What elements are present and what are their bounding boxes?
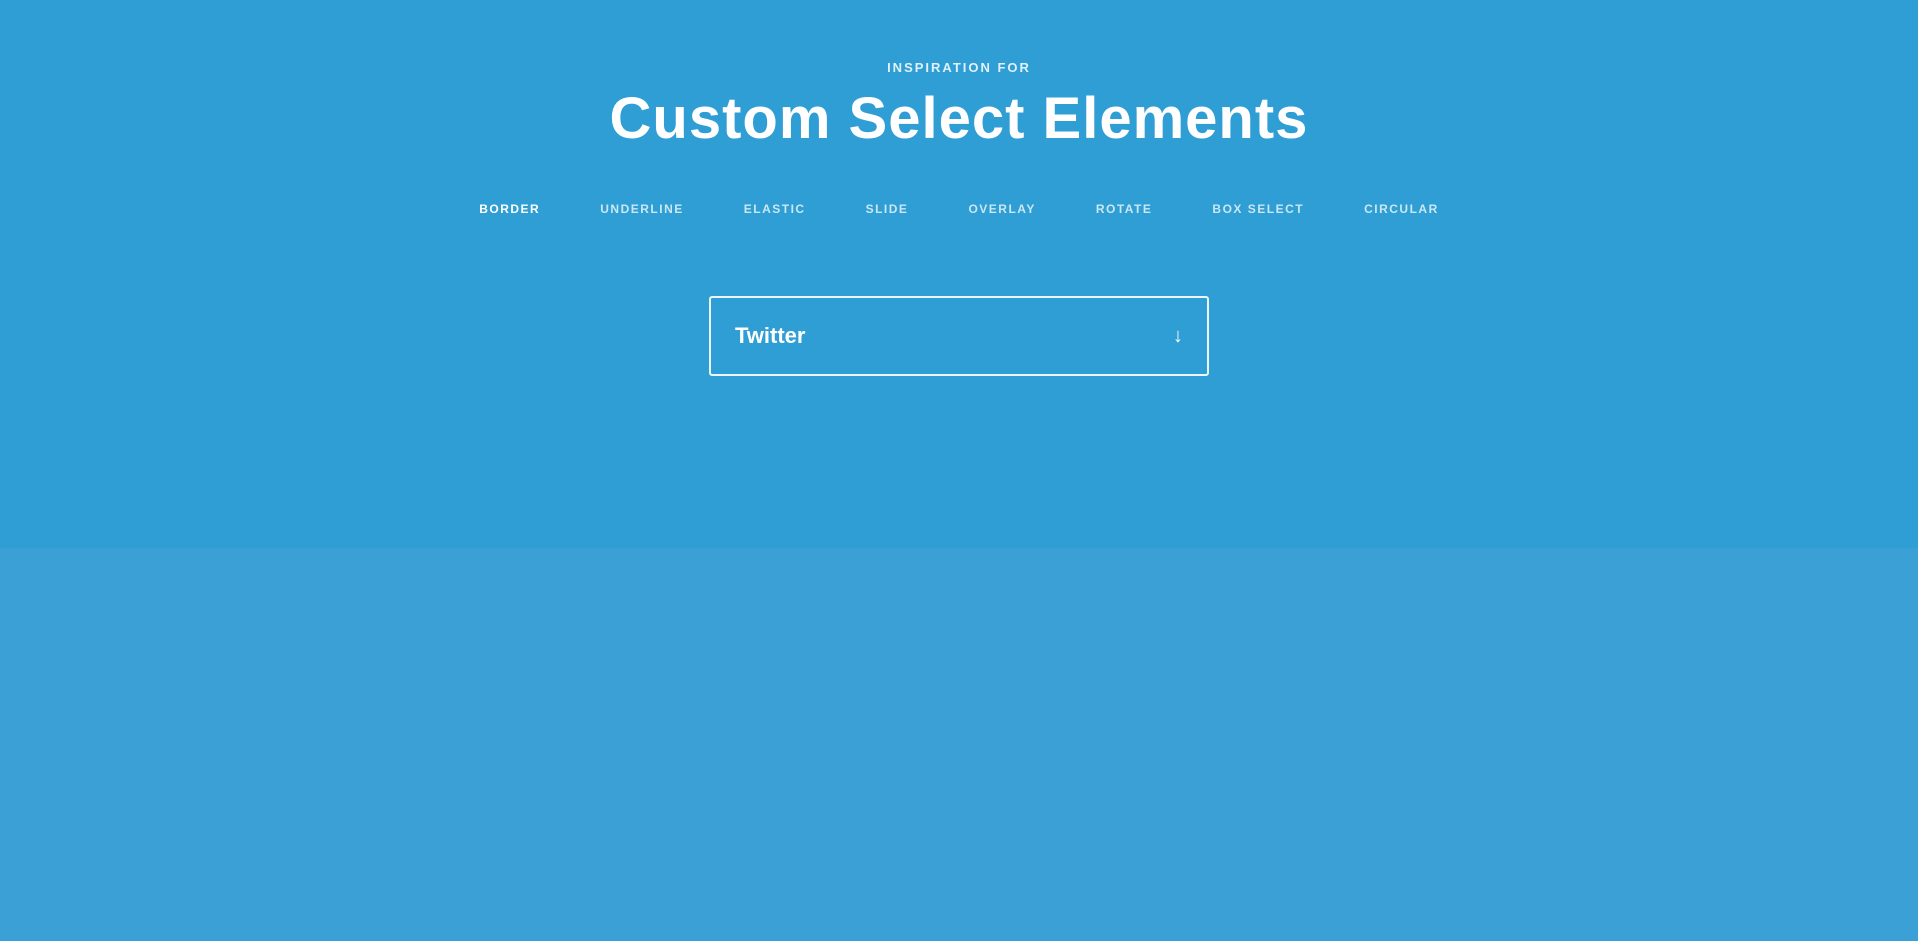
nav-item-rotate[interactable]: ROTATE [1096,202,1153,216]
nav-item-circular[interactable]: CIRCULAR [1364,202,1439,216]
nav-item-box-select[interactable]: BOX SELECT [1212,202,1304,216]
main-title: Custom Select Elements [610,85,1309,152]
page-wrapper: INSPIRATION FOR Custom Select Elements B… [0,0,1918,941]
nav-item-elastic[interactable]: ELASTIC [744,202,806,216]
nav-item-underline[interactable]: UNDERLINE [600,202,684,216]
nav-item-border[interactable]: BORDER [479,202,540,216]
select-current-value: Twitter [735,323,805,349]
top-section: INSPIRATION FOR Custom Select Elements B… [0,0,1918,548]
nav-menu: BORDER UNDERLINE ELASTIC SLIDE OVERLAY R… [479,202,1439,216]
custom-select[interactable]: Twitter ↓ [709,296,1209,376]
nav-item-slide[interactable]: SLIDE [866,202,909,216]
dropdown-arrow-icon: ↓ [1173,325,1183,348]
bottom-section [0,548,1918,941]
nav-item-overlay[interactable]: OVERLAY [968,202,1035,216]
inspiration-label: INSPIRATION FOR [887,60,1031,75]
